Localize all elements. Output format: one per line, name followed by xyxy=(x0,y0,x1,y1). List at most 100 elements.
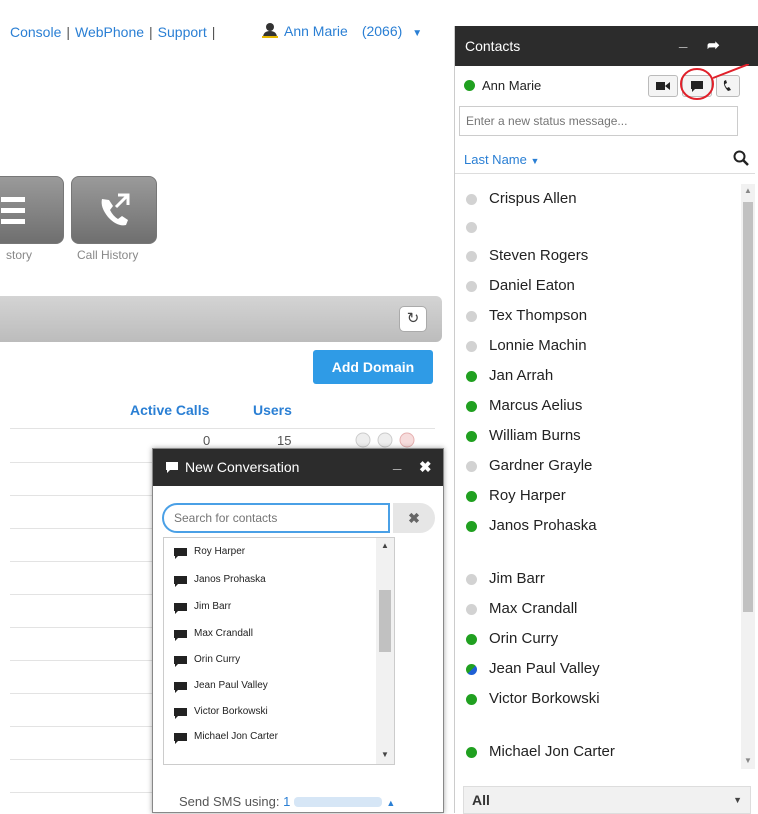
top-navigation: Console | WebPhone | Support | Ann Marie (2066… xyxy=(0,0,455,56)
contact-item[interactable]: Orin Curry xyxy=(455,626,740,654)
chat-bubble-icon xyxy=(174,656,187,667)
search-icon xyxy=(733,150,749,166)
chat-bubble-icon xyxy=(174,708,187,719)
chat-bubble-icon xyxy=(174,733,187,744)
user-icon xyxy=(262,23,278,38)
chat-bubble-icon xyxy=(174,603,187,614)
conversation-contact-name: Janos Prohaska xyxy=(194,574,266,585)
column-header-users[interactable]: Users xyxy=(253,402,292,418)
sort-dropdown[interactable]: Last Name ▼ xyxy=(464,152,539,167)
contact-name: Roy Harper xyxy=(489,487,566,504)
close-icon[interactable]: ✖ xyxy=(419,449,432,486)
nav-separator: | xyxy=(211,24,216,40)
conversation-contact-name: Jim Barr xyxy=(194,601,232,612)
contact-item[interactable]: Jean Paul Valley xyxy=(455,656,740,684)
status-message-input[interactable] xyxy=(459,106,738,136)
scrollbar-thumb[interactable] xyxy=(743,202,753,612)
table-divider xyxy=(10,428,435,429)
send-sms-label: Send SMS using: xyxy=(179,794,280,809)
contact-item[interactable]: Roy Harper xyxy=(455,483,740,511)
user-menu[interactable]: Ann Marie (2066) ▼ xyxy=(262,22,422,39)
contact-name: Crispus Allen xyxy=(489,190,577,207)
conversation-contact-name: Max Crandall xyxy=(194,628,253,639)
clear-search-button[interactable]: ✖ xyxy=(393,503,435,533)
user-extension: (2066) xyxy=(361,23,403,39)
call-history-app-label: Call History xyxy=(77,248,139,262)
presence-dot xyxy=(466,401,477,412)
contact-name: Jean Paul Valley xyxy=(489,660,600,677)
chat-bubble-icon xyxy=(174,630,187,641)
new-conversation-window: New Conversation _ ✖ ✖ Roy Harper Janos … xyxy=(152,448,444,813)
send-sms-row[interactable]: Send SMS using: 1 ▲ xyxy=(179,794,395,809)
presence-dot xyxy=(466,664,477,675)
search-button[interactable] xyxy=(733,150,749,171)
presence-dot xyxy=(466,461,477,472)
contact-item[interactable]: Jan Arrah xyxy=(455,363,740,391)
new-conversation-title: New Conversation xyxy=(185,459,300,475)
presence-dot xyxy=(466,281,477,292)
user-name: Ann Marie xyxy=(284,23,348,39)
popout-arrow-icon[interactable]: ➦ xyxy=(707,26,720,66)
call-history-app-button[interactable] xyxy=(71,176,157,244)
sort-row: Last Name ▼ xyxy=(455,144,755,174)
conversation-contact-name: Victor Borkowski xyxy=(194,706,268,717)
column-header-active-calls[interactable]: Active Calls xyxy=(130,402,209,418)
contact-item[interactable]: William Burns xyxy=(455,423,740,451)
contact-filter-select[interactable]: All ▼ xyxy=(463,786,751,814)
contacts-panel: Contacts _ ➦ Ann Marie Last Name ▼ Crisp… xyxy=(454,26,758,814)
conversation-contact-name: Orin Curry xyxy=(194,654,241,665)
contact-list-scrollbar[interactable]: ▲ ▼ xyxy=(741,184,755,769)
nav-links: Console | WebPhone | Support | xyxy=(10,24,220,40)
domains-toolbar xyxy=(0,296,442,342)
video-call-button[interactable] xyxy=(648,75,678,97)
presence-dot xyxy=(466,521,477,532)
scroll-up-arrow-icon[interactable]: ▲ xyxy=(744,186,752,195)
contact-item[interactable]: Tex Thompson xyxy=(455,303,740,331)
contact-item[interactable]: Victor Borkowski xyxy=(455,686,740,714)
contact-item[interactable]: Steven Rogers xyxy=(455,243,740,271)
contact-item[interactable]: Daniel Eaton xyxy=(455,273,740,301)
history-app-button[interactable] xyxy=(0,176,64,244)
list-icon xyxy=(1,197,25,224)
contact-item[interactable]: Jim Barr xyxy=(455,566,740,594)
contacts-title: Contacts xyxy=(465,38,521,54)
new-conversation-header: New Conversation _ ✖ xyxy=(153,449,443,486)
contact-item[interactable]: Gardner Grayle xyxy=(455,453,740,481)
refresh-button[interactable]: ↻ xyxy=(399,306,427,332)
presence-dot xyxy=(466,371,477,382)
chevron-up-icon: ▲ xyxy=(386,798,396,808)
contact-item[interactable]: Michael Jon Carter xyxy=(455,739,740,767)
contact-item[interactable]: Max Crandall xyxy=(455,596,740,624)
presence-dot xyxy=(466,194,477,205)
contact-item[interactable]: Janos Prohaska xyxy=(455,513,740,541)
scroll-down-arrow-icon[interactable]: ▼ xyxy=(744,756,752,765)
presence-dot xyxy=(466,747,477,758)
chat-bubble-icon xyxy=(174,548,187,559)
scroll-down-arrow-icon[interactable]: ▼ xyxy=(381,750,389,759)
presence-dot xyxy=(466,694,477,705)
phone-icon xyxy=(101,193,130,226)
add-domain-button[interactable]: Add Domain xyxy=(313,350,433,384)
minimize-button[interactable]: _ xyxy=(393,445,401,482)
minimize-button[interactable]: _ xyxy=(679,22,687,62)
nav-link-support[interactable]: Support xyxy=(158,24,207,40)
scroll-up-arrow-icon[interactable]: ▲ xyxy=(381,541,389,550)
contact-item[interactable]: Marcus Aelius xyxy=(455,393,740,421)
nav-link-webphone[interactable]: WebPhone xyxy=(75,24,144,40)
annotation-circle xyxy=(680,64,749,100)
search-contacts-input[interactable] xyxy=(162,503,390,533)
history-app-label: story xyxy=(6,248,33,262)
nav-separator: | xyxy=(149,24,153,40)
contact-name: Victor Borkowski xyxy=(489,690,600,707)
contact-item[interactable] xyxy=(455,214,740,242)
presence-dot xyxy=(466,574,477,585)
contact-item[interactable]: Crispus Allen xyxy=(455,186,740,214)
nav-link-console[interactable]: Console xyxy=(10,24,61,40)
contact-item[interactable]: Lonnie Machin xyxy=(455,333,740,361)
presence-dot xyxy=(466,431,477,442)
scrollbar-thumb[interactable] xyxy=(379,590,391,652)
refresh-icon: ↻ xyxy=(406,310,420,327)
users-value: 15 xyxy=(277,433,292,448)
contact-name: Tex Thompson xyxy=(489,307,588,324)
conversation-list-scrollbar[interactable]: ▲ ▼ xyxy=(376,538,394,764)
